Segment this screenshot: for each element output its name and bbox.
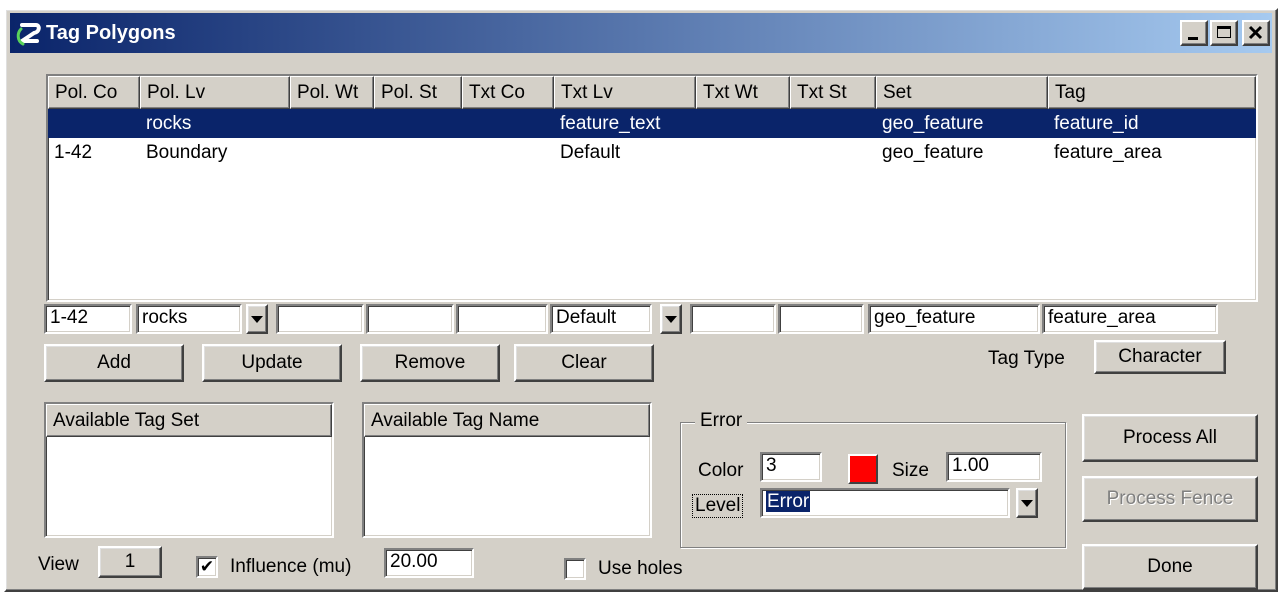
column-header[interactable]: Txt Lv	[554, 76, 696, 109]
column-header[interactable]: Pol. Wt	[290, 76, 374, 109]
use-holes-label: Use holes	[598, 558, 683, 579]
level-dropdown-button[interactable]	[1016, 488, 1038, 518]
pol-co-field[interactable]: 1-42	[44, 304, 132, 334]
color-field[interactable]: 3	[760, 452, 822, 482]
table-cell: geo_feature	[882, 142, 984, 163]
available-tag-set-list[interactable]: Available Tag Set	[44, 402, 334, 538]
table-header: Pol. Co Pol. Lv Pol. Wt Pol. St Txt Co T…	[48, 76, 1256, 109]
chevron-down-icon	[1021, 499, 1033, 507]
column-header[interactable]: Txt Co	[462, 76, 554, 109]
available-tag-name-header: Available Tag Name	[364, 404, 650, 437]
influence-checkbox[interactable]: ✔	[196, 556, 218, 578]
title-bar[interactable]: Tag Polygons	[10, 13, 1272, 53]
table-cell	[790, 109, 876, 138]
error-group-title: Error	[695, 410, 748, 432]
update-button[interactable]: Update	[202, 344, 342, 382]
size-label: Size	[892, 460, 929, 481]
minimize-icon	[1188, 37, 1198, 40]
txt-lv-dropdown-button[interactable]	[660, 304, 682, 334]
table-cell: Boundary	[146, 142, 228, 163]
table-cell	[290, 138, 374, 167]
column-header[interactable]: Pol. Co	[48, 76, 140, 109]
table-cell	[696, 138, 790, 167]
tag-type-label: Tag Type	[988, 348, 1065, 369]
available-tag-set-header: Available Tag Set	[46, 404, 332, 437]
column-header[interactable]: Txt Wt	[696, 76, 790, 109]
tag-polygons-window: Tag Polygons Pol. Co Pol. Lv Pol. Wt Pol…	[4, 8, 1278, 592]
done-button[interactable]: Done	[1082, 544, 1258, 590]
level-label: Level	[692, 494, 744, 518]
tag-table[interactable]: Pol. Co Pol. Lv Pol. Wt Pol. St Txt Co T…	[46, 74, 1258, 302]
maximize-icon	[1217, 26, 1231, 38]
process-all-button[interactable]: Process All	[1082, 414, 1258, 462]
set-field[interactable]: geo_feature	[868, 304, 1040, 334]
window-title: Tag Polygons	[46, 22, 176, 44]
column-header[interactable]: Pol. Lv	[140, 76, 290, 109]
table-cell: Default	[560, 142, 621, 163]
table-row[interactable]: rocks feature_text geo_feature feature_i…	[48, 109, 1256, 138]
table-cell	[48, 109, 140, 138]
process-fence-button[interactable]: Process Fence	[1082, 476, 1258, 522]
table-cell: feature_area	[1054, 142, 1162, 163]
column-header[interactable]: Tag	[1048, 76, 1256, 109]
table-cell	[290, 109, 374, 138]
table-cell: feature_id	[1054, 113, 1139, 134]
table-cell	[696, 109, 790, 138]
table-cell	[374, 138, 462, 167]
table-cell: 1-42	[54, 142, 93, 163]
table-cell: feature_text	[560, 113, 661, 134]
pol-st-field[interactable]	[366, 304, 454, 334]
column-header[interactable]: Txt St	[790, 76, 876, 109]
add-button[interactable]: Add	[44, 344, 184, 382]
use-holes-checkbox[interactable]	[564, 558, 586, 580]
level-value: Error	[766, 491, 811, 512]
available-tag-name-list[interactable]: Available Tag Name	[362, 402, 652, 538]
level-combo[interactable]: Error	[760, 488, 1010, 518]
view-label: View	[38, 554, 79, 575]
table-cell	[462, 138, 554, 167]
pol-lv-dropdown-button[interactable]	[246, 304, 268, 334]
txt-wt-field[interactable]	[690, 304, 776, 334]
error-color-swatch[interactable]	[848, 454, 878, 484]
txt-lv-field[interactable]: Default	[550, 304, 652, 334]
close-icon	[1248, 25, 1263, 40]
tag-type-button[interactable]: Character	[1094, 340, 1226, 374]
column-header[interactable]: Pol. St	[374, 76, 462, 109]
app-logo-icon	[16, 23, 41, 46]
maximize-button[interactable]	[1210, 20, 1238, 46]
remove-button[interactable]: Remove	[360, 344, 500, 382]
checkmark-icon: ✔	[199, 557, 215, 576]
pol-lv-field[interactable]: rocks	[136, 304, 242, 334]
clear-button[interactable]: Clear	[514, 344, 654, 382]
chevron-down-icon	[251, 315, 263, 323]
close-button[interactable]	[1242, 20, 1270, 46]
txt-st-field[interactable]	[778, 304, 864, 334]
table-cell: rocks	[146, 113, 192, 134]
table-row[interactable]: 1-42 Boundary Default geo_feature featur…	[48, 138, 1256, 167]
influence-field[interactable]: 20.00	[384, 548, 474, 578]
table-cell	[790, 138, 876, 167]
table-cell	[374, 109, 462, 138]
column-header[interactable]: Set	[876, 76, 1048, 109]
table-cell	[462, 109, 554, 138]
chevron-down-icon	[665, 315, 677, 323]
color-label: Color	[698, 460, 744, 481]
minimize-button[interactable]	[1180, 20, 1208, 46]
txt-co-field[interactable]	[456, 304, 548, 334]
table-cell: geo_feature	[882, 113, 984, 134]
view-button[interactable]: 1	[98, 546, 162, 578]
error-group: Error	[680, 410, 1066, 548]
tag-field[interactable]: feature_area	[1042, 304, 1218, 334]
pol-wt-field[interactable]	[276, 304, 364, 334]
influence-label: Influence (mu)	[230, 556, 352, 577]
size-field[interactable]: 1.00	[946, 452, 1042, 482]
